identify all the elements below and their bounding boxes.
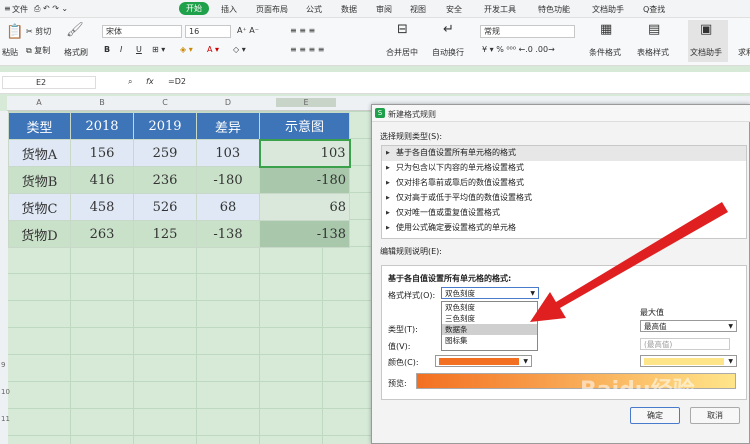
watermark: Baidu经验 bbox=[580, 378, 695, 403]
arrow-icon bbox=[530, 202, 728, 322]
